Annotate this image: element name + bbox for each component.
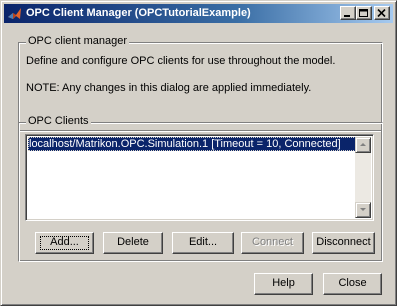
minimize-button[interactable] <box>340 6 356 20</box>
add-button[interactable]: Add... <box>35 232 94 254</box>
maximize-button[interactable] <box>356 6 372 20</box>
window-title: OPC Client Manager (OPCTutorialExample) <box>26 7 251 19</box>
manager-note: NOTE: Any changes in this dialog are app… <box>26 82 312 94</box>
scroll-down-button[interactable] <box>355 202 371 218</box>
scroll-up-button[interactable] <box>355 137 371 153</box>
connect-button-label: Connect <box>252 236 293 248</box>
manager-description: Define and configure OPC clients for use… <box>26 55 336 67</box>
clients-listbox[interactable]: localhost/Matrikon.OPC.Simulation.1 [Tim… <box>25 134 374 221</box>
edit-button[interactable]: Edit... <box>172 232 234 254</box>
help-button-label: Help <box>272 277 295 289</box>
delete-button-label: Delete <box>117 236 149 248</box>
opc-clients-group-label: OPC Clients <box>26 115 91 127</box>
matlab-logo-icon <box>7 6 23 22</box>
opc-client-manager-dialog: OPC Client Manager (OPCTutorialExample) … <box>0 0 397 306</box>
list-item[interactable]: localhost/Matrikon.OPC.Simulation.1 [Tim… <box>28 137 356 151</box>
minimize-icon <box>344 15 350 17</box>
disconnect-button[interactable]: Disconnect <box>312 232 375 254</box>
listbox-scrollbar[interactable] <box>355 137 371 218</box>
maximize-icon <box>359 9 368 17</box>
help-button[interactable]: Help <box>254 273 313 295</box>
close-icon <box>377 9 386 18</box>
disconnect-button-label: Disconnect <box>316 236 371 248</box>
edit-button-label: Edit... <box>188 236 218 248</box>
close-button[interactable]: Close <box>323 273 382 295</box>
client-manager-group-label: OPC client manager <box>26 35 130 47</box>
close-button-label: Close <box>338 277 367 289</box>
connect-button[interactable]: Connect <box>241 232 304 254</box>
delete-button[interactable]: Delete <box>103 232 163 254</box>
add-button-label: Add... <box>50 236 79 248</box>
close-window-button[interactable] <box>374 6 390 20</box>
arrow-up-icon <box>360 143 366 146</box>
title-bar[interactable]: OPC Client Manager (OPCTutorialExample) <box>4 4 393 23</box>
arrow-down-icon <box>360 208 366 211</box>
